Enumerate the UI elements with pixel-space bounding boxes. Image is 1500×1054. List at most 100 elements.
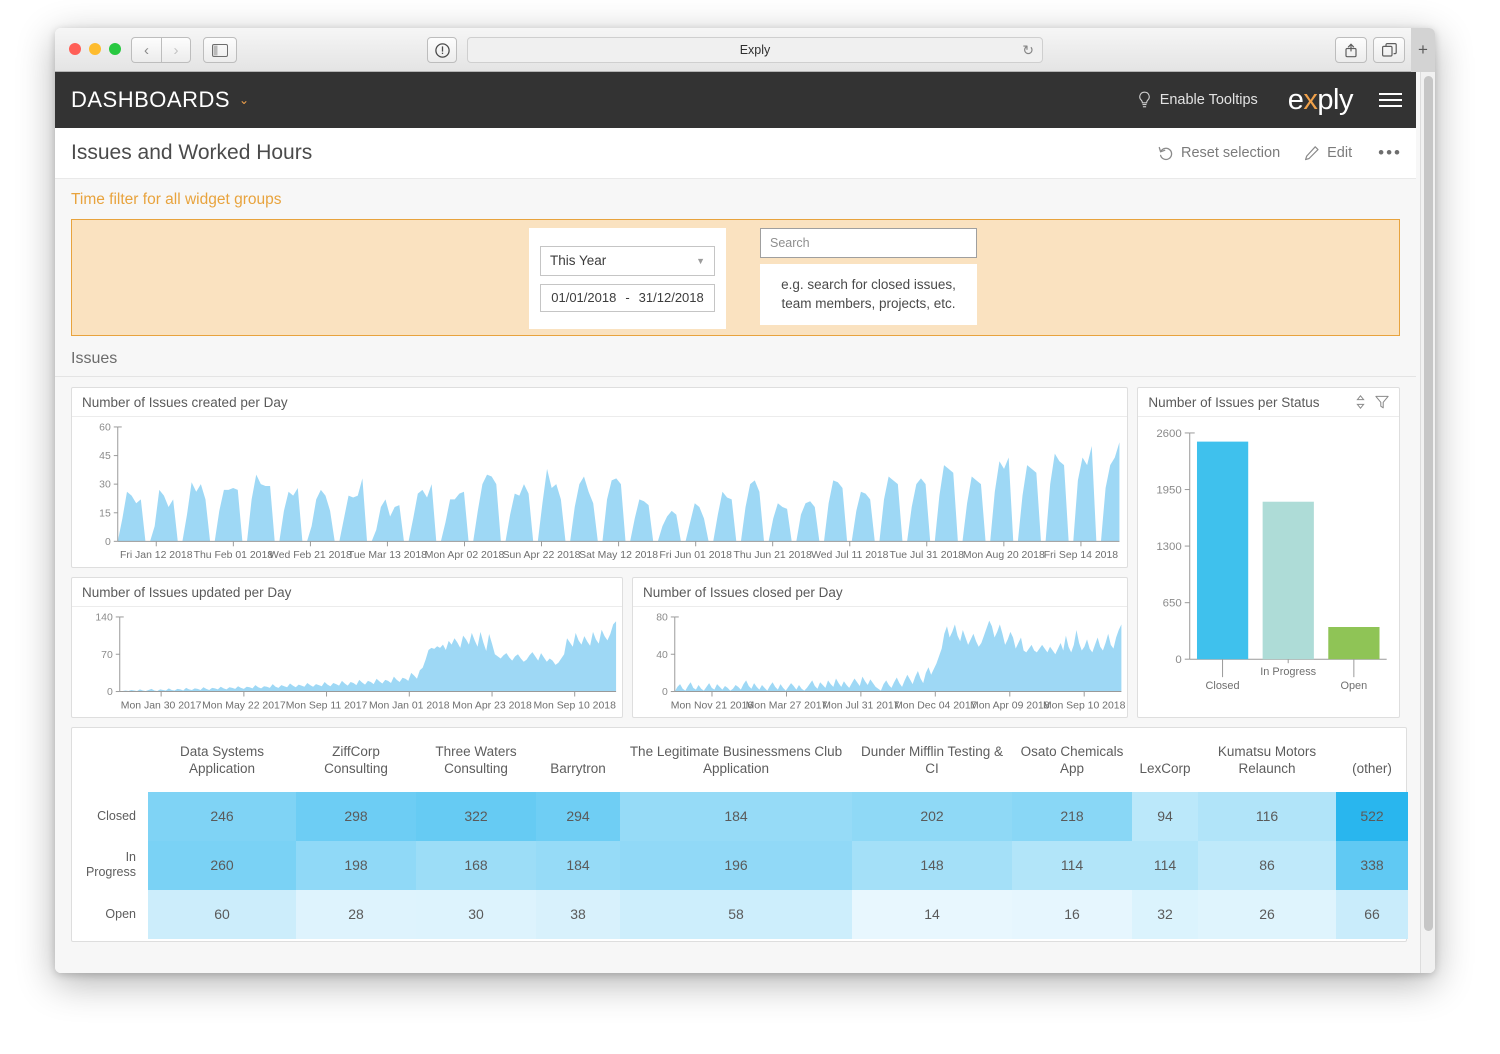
column-header[interactable]: LexCorp — [1132, 728, 1198, 792]
period-select[interactable]: This Year ▼ — [540, 245, 715, 276]
svg-text:2600: 2600 — [1157, 428, 1182, 440]
table-header-row: Data Systems Application ZiffCorp Consult… — [72, 728, 1408, 792]
heatmap-cell[interactable]: 168 — [416, 840, 536, 890]
scrollbar-thumb[interactable] — [1424, 76, 1433, 931]
column-header[interactable]: ZiffCorp Consulting — [296, 728, 416, 792]
reader-view-button[interactable] — [427, 37, 457, 63]
heatmap-cell[interactable]: 30 — [416, 889, 536, 939]
reload-icon[interactable]: ↻ — [1022, 42, 1034, 59]
address-bar[interactable]: Exply ↻ — [467, 37, 1043, 63]
svg-text:Mon Aug 20 2018: Mon Aug 20 2018 — [963, 550, 1045, 561]
heatmap-cell[interactable]: 114 — [1132, 840, 1198, 890]
period-picker-card: This Year ▼ 01/01/2018 - 31/12/2018 — [529, 228, 726, 329]
vertical-scrollbar[interactable] — [1420, 72, 1435, 973]
heatmap-cell[interactable]: 338 — [1336, 840, 1408, 890]
heatmap-cell[interactable]: 38 — [536, 889, 620, 939]
heatmap-cell[interactable]: 66 — [1336, 889, 1408, 939]
date-range-field[interactable]: 01/01/2018 - 31/12/2018 — [540, 283, 715, 312]
heatmap-cell[interactable]: 86 — [1198, 840, 1336, 890]
widget-title: Number of Issues updated per Day — [82, 584, 292, 600]
heatmap-cell[interactable]: 16 — [1012, 889, 1132, 939]
svg-text:15: 15 — [99, 508, 111, 519]
widget-group-label: Issues — [55, 336, 1416, 377]
row-label: In Progress — [72, 840, 148, 890]
heatmap-cell[interactable]: 260 — [148, 840, 296, 890]
heatmap-cell[interactable]: 218 — [1012, 791, 1132, 841]
widget-title: Number of Issues created per Day — [82, 394, 288, 410]
widget-header-icons — [1355, 395, 1389, 409]
search-hint-line-2: team members, projects, etc. — [781, 295, 956, 311]
forward-button[interactable]: › — [161, 37, 191, 63]
back-button[interactable]: ‹ — [131, 37, 161, 63]
heatmap-cell[interactable]: 26 — [1198, 889, 1336, 939]
new-tab-button[interactable]: + — [1411, 28, 1435, 72]
sidebar-toggle-button[interactable] — [203, 37, 237, 63]
svg-text:Tue Mar 13 2018: Tue Mar 13 2018 — [348, 550, 427, 561]
area-chart-issues-updated: 070140Mon Jan 30 2017 Mon May 22 2017 Mon … — [95, 613, 616, 712]
heatmap-cell[interactable]: 28 — [296, 889, 416, 939]
svg-text:Closed: Closed — [1206, 680, 1240, 692]
period-select-value: This Year — [550, 253, 607, 268]
column-header[interactable]: Kumatsu Motors Relaunch — [1198, 728, 1336, 792]
heatmap-cell[interactable]: 522 — [1336, 791, 1408, 841]
heatmap-cell[interactable]: 202 — [852, 791, 1012, 841]
sort-icon[interactable] — [1355, 395, 1366, 409]
enable-tooltips-button[interactable]: Enable Tooltips — [1138, 91, 1258, 109]
heatmap-cell[interactable]: 322 — [416, 791, 536, 841]
column-header[interactable]: Three Waters Consulting — [416, 728, 536, 792]
close-window-button[interactable] — [69, 43, 81, 55]
hamburger-menu-icon[interactable] — [1379, 93, 1402, 107]
heatmap-cell[interactable]: 196 — [620, 840, 852, 890]
column-header[interactable]: Data Systems Application — [148, 728, 296, 792]
svg-text:Mon Apr 02 2018: Mon Apr 02 2018 — [425, 550, 505, 561]
widget-grid: Number of Issues created per Day 0 15 30 45… — [55, 387, 1416, 965]
page-viewport: DASHBOARDS ⌄ Enable Tooltips exply Issue… — [55, 72, 1435, 973]
maximize-window-button[interactable] — [109, 43, 121, 55]
heatmap-cell[interactable]: 32 — [1132, 889, 1198, 939]
heatmap-cell[interactable]: 184 — [536, 840, 620, 890]
heatmap-cell[interactable]: 14 — [852, 889, 1012, 939]
table-row: In Progress 260 198 168 184 196 148 114 114 86 338 — [72, 840, 1408, 890]
info-circle-icon — [434, 42, 450, 58]
widget-issues-closed-per-day[interactable]: Number of Issues closed per Day 0 40 80 Mon… — [632, 577, 1129, 718]
heatmap-cell[interactable]: 60 — [148, 889, 296, 939]
widget-issues-per-status[interactable]: Number of Issues per Status 0 650 1300 1… — [1137, 387, 1400, 718]
reset-selection-button[interactable]: Reset selection — [1158, 145, 1280, 161]
heatmap-cell[interactable]: 148 — [852, 840, 1012, 890]
svg-text:Thu Jun 21 2018: Thu Jun 21 2018 — [734, 550, 813, 561]
filter-icon[interactable] — [1375, 395, 1389, 409]
heatmap-cell[interactable]: 116 — [1198, 791, 1336, 841]
column-header[interactable]: Dunder Mifflin Testing & CI — [852, 728, 1012, 792]
svg-text:45: 45 — [99, 451, 111, 462]
svg-text:Mon May 22 2017: Mon May 22 2017 — [202, 700, 286, 711]
widget-issues-created-per-day[interactable]: Number of Issues created per Day 0 15 30 45… — [71, 387, 1129, 568]
column-header[interactable]: (other) — [1336, 728, 1408, 792]
column-header[interactable]: Barrytron — [536, 728, 620, 792]
widget-body: 0 70 140 Mon Jan 30 2017 Mon May 22 2017 Mon … — [72, 607, 622, 717]
heatmap-cell[interactable]: 114 — [1012, 840, 1132, 890]
widget-issues-updated-per-day[interactable]: Number of Issues updated per Day 0 70 140 M… — [71, 577, 624, 718]
heatmap-cell[interactable]: 246 — [148, 791, 296, 841]
show-tabs-button[interactable] — [1373, 37, 1405, 63]
more-options-button[interactable]: ••• — [1378, 143, 1402, 163]
column-header[interactable]: Osato Chemicals App — [1012, 728, 1132, 792]
date-from: 01/01/2018 — [551, 290, 617, 305]
svg-text:Mon Apr 23 2018: Mon Apr 23 2018 — [452, 700, 532, 711]
edit-button[interactable]: Edit — [1304, 145, 1352, 161]
heatmap-cell[interactable]: 198 — [296, 840, 416, 890]
heatmap-cell[interactable]: 184 — [620, 791, 852, 841]
column-header[interactable]: The Legitimate Businessmens Club Applica… — [620, 728, 852, 792]
widget-title: Number of Issues per Status — [1148, 394, 1320, 410]
time-filter-section: Time filter for all widget groups This Y… — [55, 179, 1416, 336]
search-input[interactable] — [760, 228, 977, 258]
widget-row-3: Data Systems Application ZiffCorp Consult… — [71, 727, 1408, 942]
share-button[interactable] — [1335, 37, 1367, 63]
heatmap-cell[interactable]: 94 — [1132, 791, 1198, 841]
dashboards-menu-label[interactable]: DASHBOARDS — [71, 87, 230, 113]
heatmap-cell[interactable]: 294 — [536, 791, 620, 841]
minimize-window-button[interactable] — [89, 43, 101, 55]
widget-issues-by-project-and-status[interactable]: Data Systems Application ZiffCorp Consult… — [71, 727, 1408, 942]
heatmap-cell[interactable]: 58 — [620, 889, 852, 939]
chevron-down-icon[interactable]: ⌄ — [239, 93, 249, 107]
heatmap-cell[interactable]: 298 — [296, 791, 416, 841]
